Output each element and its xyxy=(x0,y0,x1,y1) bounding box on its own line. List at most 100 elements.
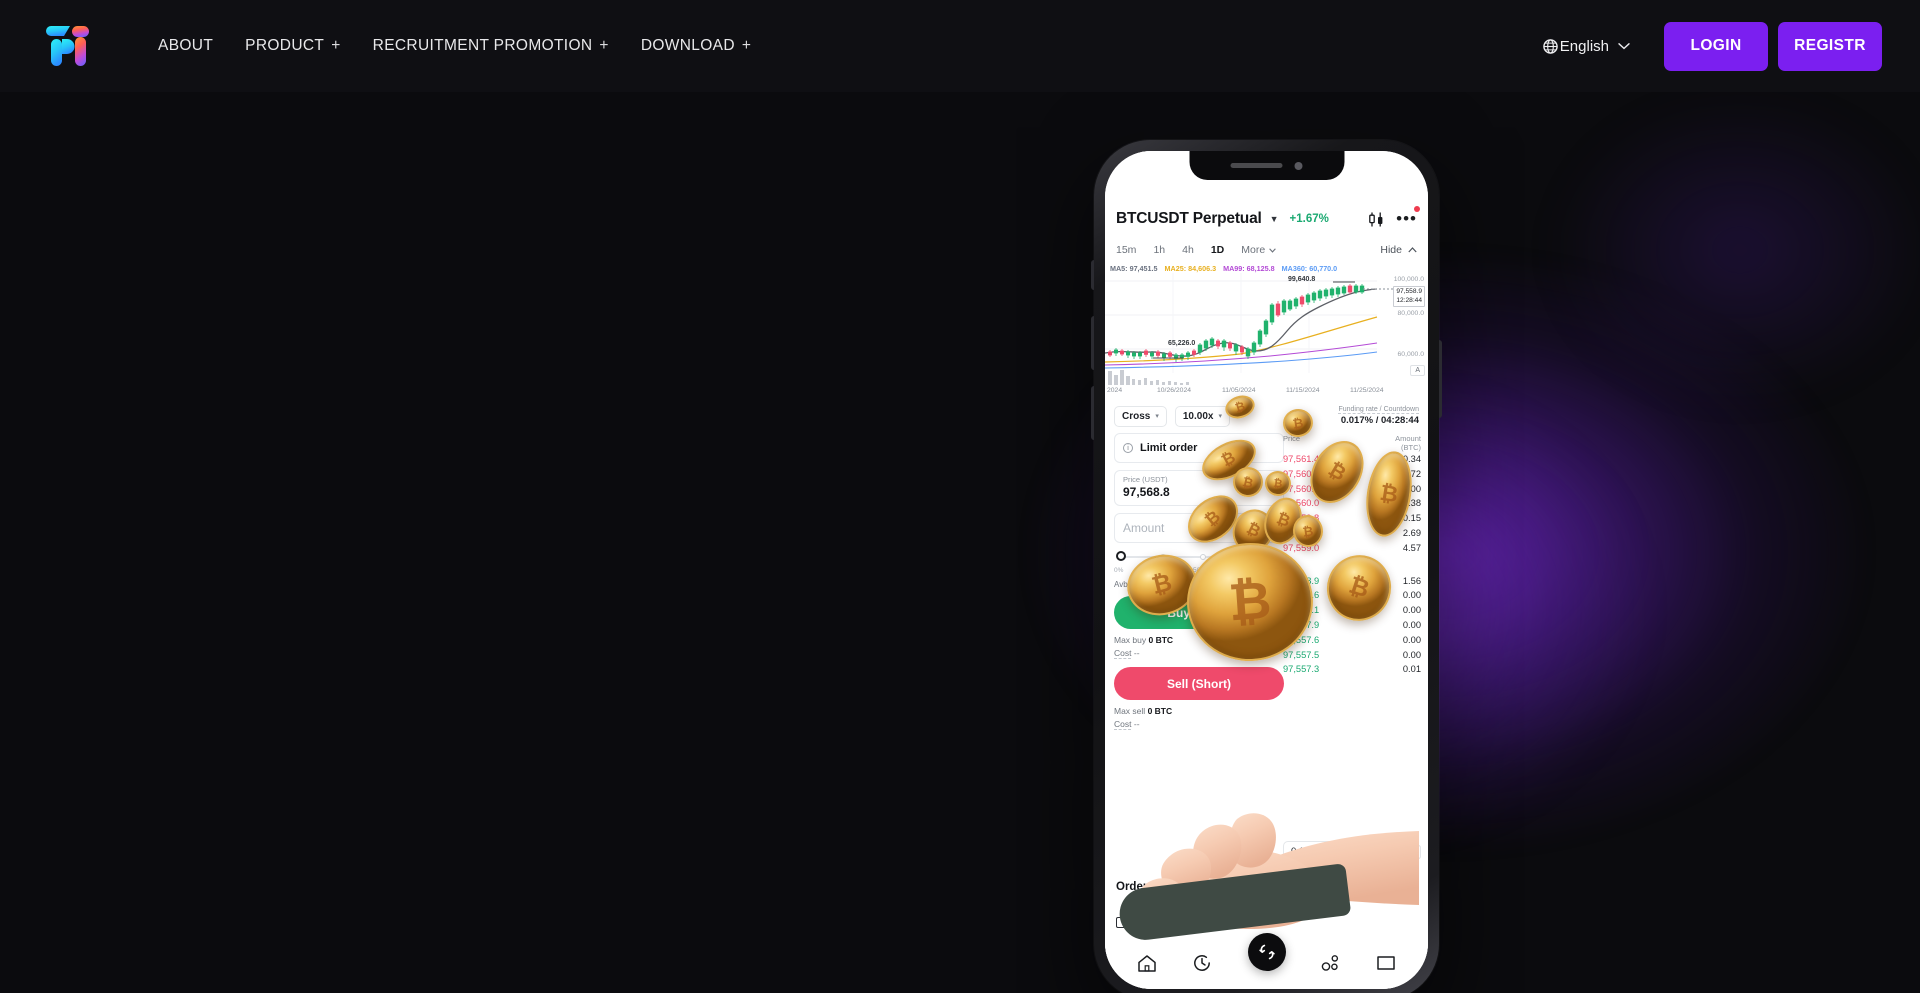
symbol-dropdown-icon[interactable]: ▼ xyxy=(1270,214,1279,224)
swap-fab-button[interactable] xyxy=(1247,933,1286,971)
nav-product[interactable]: PRODUCT + xyxy=(229,27,357,65)
order-book-bid-row[interactable]: 97,557.5 0.00 xyxy=(1283,648,1421,663)
phone-notch xyxy=(1189,151,1344,180)
sleeve xyxy=(1116,863,1352,943)
timeframe-1h[interactable]: 1h xyxy=(1153,244,1165,256)
order-book-bid-row[interactable]: 97,558.1 0.00 xyxy=(1283,603,1421,618)
amount-percent-slider[interactable] xyxy=(1116,550,1286,566)
nav-about-label: ABOUT xyxy=(158,37,214,54)
last-price-time: 12:28:44 xyxy=(1396,296,1422,304)
orders-tab[interactable]: Orders (0) xyxy=(1116,881,1171,893)
slider-node-50[interactable] xyxy=(1200,553,1206,560)
order-book: Price Amount (BTC) 97,561.4 0.34 97,560.9… xyxy=(1283,434,1421,677)
order-book-display-mode[interactable] xyxy=(1403,844,1421,859)
order-book-ask-row[interactable]: 97,559.0 4.57 xyxy=(1283,541,1421,556)
bid-amount: 0.01 xyxy=(1402,664,1421,675)
volume-bars-svg xyxy=(1108,370,1189,385)
info-icon[interactable]: i xyxy=(1123,443,1133,453)
timeframe-4h[interactable]: 4h xyxy=(1182,244,1194,256)
home-icon[interactable] xyxy=(1137,954,1157,973)
order-type-selector[interactable]: i Limit order xyxy=(1114,433,1284,463)
phone-power-button xyxy=(1439,340,1442,418)
site-logo[interactable] xyxy=(40,19,92,73)
order-book-ask-row[interactable]: 97,560.3 0.00 xyxy=(1283,482,1421,497)
order-book-ask-row[interactable]: 97,561.4 0.34 xyxy=(1283,452,1421,467)
order-book-bid-row[interactable]: 97,557.3 0.01 xyxy=(1283,662,1421,677)
max-sell-row: Max sell 0 BTC xyxy=(1114,706,1284,716)
sell-short-button[interactable]: Sell (Short) xyxy=(1114,667,1284,700)
nav-recruitment-plus-icon: + xyxy=(599,37,609,54)
order-book-ask-row[interactable]: 97,559.4 2.69 xyxy=(1283,526,1421,541)
order-book-amount-header[interactable]: Amount xyxy=(1395,434,1421,443)
available-balance: Avbl 0 USDT xyxy=(1114,580,1161,589)
timeframe-1d[interactable]: 1D xyxy=(1211,244,1224,256)
nav-download[interactable]: DOWNLOAD + xyxy=(625,27,768,65)
chevron-up-icon xyxy=(1408,247,1417,253)
ask-amount: 2.69 xyxy=(1402,527,1421,538)
slider-knob[interactable] xyxy=(1116,551,1126,561)
amount-input-placeholder: Amount xyxy=(1123,521,1165,535)
chevron-down-icon: ▾ xyxy=(1367,848,1371,856)
register-button[interactable]: REGISTR xyxy=(1778,21,1882,71)
chart-high-label: 99,640.8 xyxy=(1288,276,1316,283)
ma5-legend: MA5: 97,451.5 xyxy=(1110,264,1158,273)
nav-download-label: DOWNLOAD xyxy=(640,37,735,54)
current-symbol-filter[interactable]: Current symbol xyxy=(1116,917,1202,928)
funding-rate-value: 0.017% / 04:28:44 xyxy=(1340,415,1419,426)
leverage-selector[interactable]: 10.00x ▾ xyxy=(1174,405,1230,427)
phone-volume-down xyxy=(1091,386,1094,440)
language-selector[interactable]: English xyxy=(1543,38,1630,55)
nav-about[interactable]: ABOUT xyxy=(142,27,229,65)
more-options-icon[interactable]: ••• xyxy=(1396,210,1417,227)
slider-labels: 0% 25% 50% 75% 100% xyxy=(1114,567,1284,577)
ask-amount: 0.00 xyxy=(1402,483,1421,494)
timeframe-15m[interactable]: 15m xyxy=(1116,244,1136,256)
buy-long-button[interactable]: Buy (Long) xyxy=(1114,596,1284,629)
timeframe-more[interactable]: More xyxy=(1241,244,1276,256)
decimal-precision-selector[interactable]: 0.1 ▾ xyxy=(1283,841,1379,862)
phone-screen: BTCUSDT Perpetual ▼ +1.67% ••• 15m 1h 4h… xyxy=(1105,151,1428,989)
sell-cost-row: Cost -- xyxy=(1114,719,1284,730)
order-book-bid-row[interactable]: 97,558.6 0.00 xyxy=(1283,588,1421,603)
order-book-bid-row[interactable]: 97,557.6 0.00 xyxy=(1283,633,1421,648)
markets-icon[interactable] xyxy=(1321,953,1341,973)
slider-label-50: 50% xyxy=(1193,567,1207,574)
slider-label-100: 100% xyxy=(1266,567,1283,574)
slider-node-25[interactable] xyxy=(1160,553,1166,560)
chart-indicator-badge[interactable]: A xyxy=(1410,365,1425,376)
chevron-down-icon: ▾ xyxy=(1218,413,1222,420)
margin-mode-label: Cross xyxy=(1122,410,1151,422)
last-price-tag: 97,558.9 12:28:44 xyxy=(1393,286,1425,307)
price-input[interactable]: Price (USDT) 97,568.8 xyxy=(1114,470,1284,506)
buy-cost-label: Cost xyxy=(1114,648,1132,659)
symbol-name[interactable]: BTCUSDT Perpetual xyxy=(1116,210,1262,228)
phone-volume-up xyxy=(1091,316,1094,370)
order-book-bid-row[interactable]: 97,558.9 1.56 xyxy=(1283,574,1421,589)
chart-hide-toggle[interactable]: Hide xyxy=(1380,244,1417,256)
order-book-ask-row[interactable]: 97,559.8 0.15 xyxy=(1283,511,1421,526)
nav-recruitment-promotion[interactable]: RECRUITMENT PROMOTION + xyxy=(357,27,625,65)
chevron-down-icon: ▾ xyxy=(1155,413,1159,420)
order-book-header: Price Amount xyxy=(1283,434,1421,443)
order-book-ask-row[interactable]: 97,560.0 0.38 xyxy=(1283,496,1421,511)
language-label: English xyxy=(1559,37,1609,55)
current-symbol-checkbox[interactable] xyxy=(1116,917,1127,928)
order-book-ask-row[interactable]: 97,560.9 0.72 xyxy=(1283,467,1421,482)
site-header: ABOUT PRODUCT + RECRUITMENT PROMOTION + DO… xyxy=(0,0,1920,92)
history-icon[interactable] xyxy=(1192,953,1212,973)
candlestick-icon[interactable] xyxy=(1368,212,1385,227)
max-buy-label: Max buy xyxy=(1114,635,1147,645)
bid-price: 97,557.9 xyxy=(1283,619,1320,630)
swap-icon xyxy=(1258,944,1275,960)
ask-price: 97,559.4 xyxy=(1283,527,1320,538)
login-button[interactable]: LOGIN xyxy=(1664,21,1768,71)
order-book-bid-row[interactable]: 97,557.9 0.00 xyxy=(1283,618,1421,633)
order-type-label: Limit order xyxy=(1140,442,1198,454)
slider-node-75[interactable] xyxy=(1240,553,1246,560)
background-glow-tertiary xyxy=(1480,40,1920,460)
chart-low-label: 65,226.0 xyxy=(1168,340,1196,347)
margin-mode-selector[interactable]: Cross ▾ xyxy=(1114,405,1167,427)
amount-input[interactable]: Amount xyxy=(1114,513,1284,543)
assets-icon[interactable] xyxy=(1376,954,1396,972)
date-tick-4: 11/25/2024 xyxy=(1350,387,1384,394)
